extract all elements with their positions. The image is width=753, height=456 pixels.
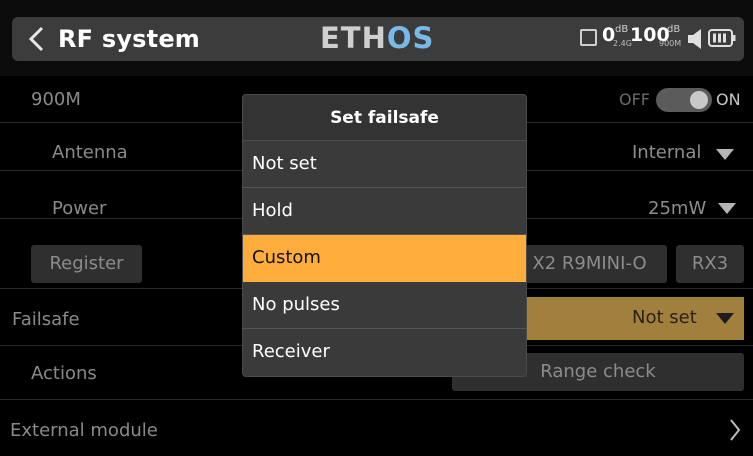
toggle-on-label: ON <box>716 90 741 109</box>
band-label: 900M <box>31 89 81 110</box>
toggle-off-label: OFF <box>619 90 650 109</box>
rssi-1-unit: dB <box>615 24 629 35</box>
dialog-title: Set failsafe <box>243 95 526 141</box>
rssi-2-unit: dB <box>667 24 681 35</box>
band-toggle[interactable] <box>656 88 712 112</box>
power-dropdown-icon[interactable] <box>718 203 736 214</box>
option-no-pulses[interactable]: No pulses <box>243 282 526 329</box>
option-hold[interactable]: Hold <box>243 188 526 235</box>
chevron-left-icon[interactable] <box>26 25 48 53</box>
rx-slot-button[interactable]: RX3 <box>676 245 744 283</box>
page-title: RF system <box>58 25 201 53</box>
antenna-label: Antenna <box>52 142 128 163</box>
battery-icon <box>708 29 736 47</box>
speaker-icon <box>688 29 701 49</box>
actions-label: Actions <box>31 363 97 384</box>
power-label: Power <box>52 198 107 219</box>
set-failsafe-dialog: Set failsafe Not set Hold Custom No puls… <box>242 94 527 377</box>
rssi-2-band: 900M <box>659 39 682 48</box>
brand-logo: ETHOS <box>320 21 435 55</box>
failsafe-label: Failsafe <box>12 309 80 330</box>
failsafe-dropdown-icon[interactable] <box>716 313 734 324</box>
failsafe-value: Not set <box>632 307 697 328</box>
signal-box-icon <box>580 29 597 46</box>
register-button[interactable]: Register <box>31 245 142 283</box>
option-custom[interactable]: Custom <box>243 235 526 282</box>
antenna-value[interactable]: Internal <box>632 141 701 165</box>
option-not-set[interactable]: Not set <box>243 141 526 188</box>
toggle-knob <box>690 91 708 109</box>
option-receiver[interactable]: Receiver <box>243 329 526 376</box>
power-value[interactable]: 25mW <box>648 197 706 221</box>
failsafe-field[interactable] <box>512 297 744 340</box>
external-module-label: External module <box>10 420 158 441</box>
antenna-dropdown-icon[interactable] <box>716 149 734 160</box>
receiver-button[interactable]: X2 R9MINI-O <box>512 245 667 283</box>
chevron-right-icon[interactable] <box>728 417 742 443</box>
